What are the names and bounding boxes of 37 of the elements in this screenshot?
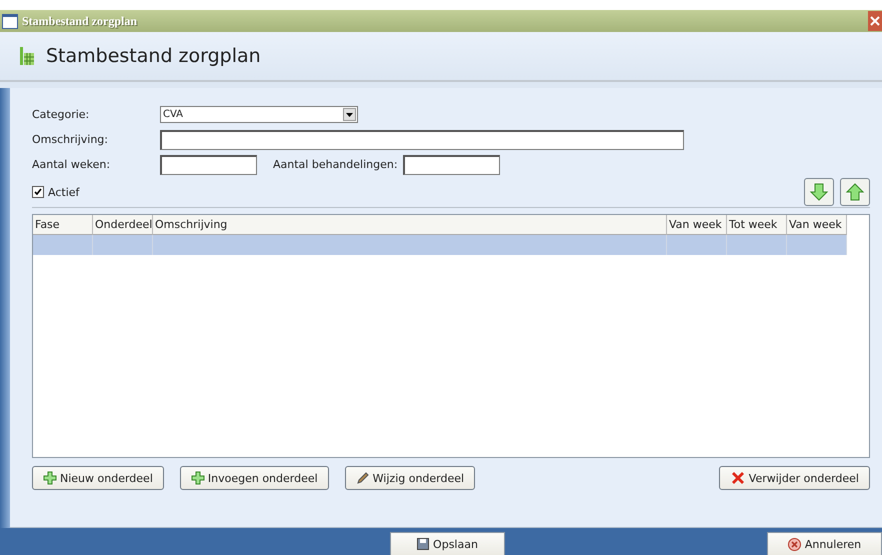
column-header[interactable]: Van week bbox=[667, 215, 727, 235]
grid-icon bbox=[20, 47, 34, 65]
cancel-icon bbox=[788, 538, 801, 550]
column-header[interactable]: Van week bbox=[787, 215, 847, 235]
close-icon bbox=[870, 16, 880, 26]
move-down-button[interactable] bbox=[804, 178, 834, 206]
caret-icon bbox=[346, 112, 353, 116]
plus-icon bbox=[43, 471, 57, 485]
delete-part-button[interactable]: Verwijder onderdeel bbox=[718, 466, 870, 490]
column-header[interactable]: Fase bbox=[33, 215, 93, 235]
field-label: Aantal weken: bbox=[32, 158, 112, 171]
weeks-field[interactable] bbox=[160, 154, 257, 174]
save-button[interactable]: Opslaan bbox=[390, 532, 505, 555]
field-label: Omschrijving: bbox=[32, 133, 109, 146]
column-header[interactable]: Onderdeel bbox=[93, 215, 153, 235]
pencil-icon bbox=[356, 471, 370, 485]
window-icon bbox=[2, 14, 18, 28]
add-part-button[interactable]: Nieuw onderdeel bbox=[32, 466, 164, 490]
page-title: Stambestand zorgplan bbox=[46, 45, 261, 67]
column-header[interactable]: Omschrijving bbox=[153, 215, 667, 235]
plus-icon bbox=[190, 471, 205, 485]
field-label: Categorie: bbox=[32, 108, 90, 121]
cross-icon bbox=[730, 470, 746, 486]
add-part-button[interactable]: Invoegen onderdeel bbox=[180, 466, 329, 490]
category-dropdown[interactable]: CVA bbox=[160, 106, 358, 123]
column-header[interactable]: Tot week bbox=[727, 215, 787, 235]
description-field[interactable] bbox=[160, 130, 684, 150]
close-button[interactable] bbox=[868, 11, 882, 31]
treatments-field[interactable] bbox=[402, 154, 500, 174]
edit-part-button[interactable]: Wijzig onderdeel bbox=[344, 466, 476, 490]
cancel-button[interactable]: Annuleren bbox=[767, 532, 882, 555]
check-icon bbox=[34, 188, 42, 196]
floppy-icon bbox=[417, 538, 430, 550]
window-title: Stambestand zorgplan bbox=[22, 14, 138, 28]
field-label: Aantal behandelingen: bbox=[273, 158, 398, 171]
active-checkbox[interactable]: Actief bbox=[32, 186, 80, 198]
move-up-button[interactable] bbox=[840, 178, 870, 206]
